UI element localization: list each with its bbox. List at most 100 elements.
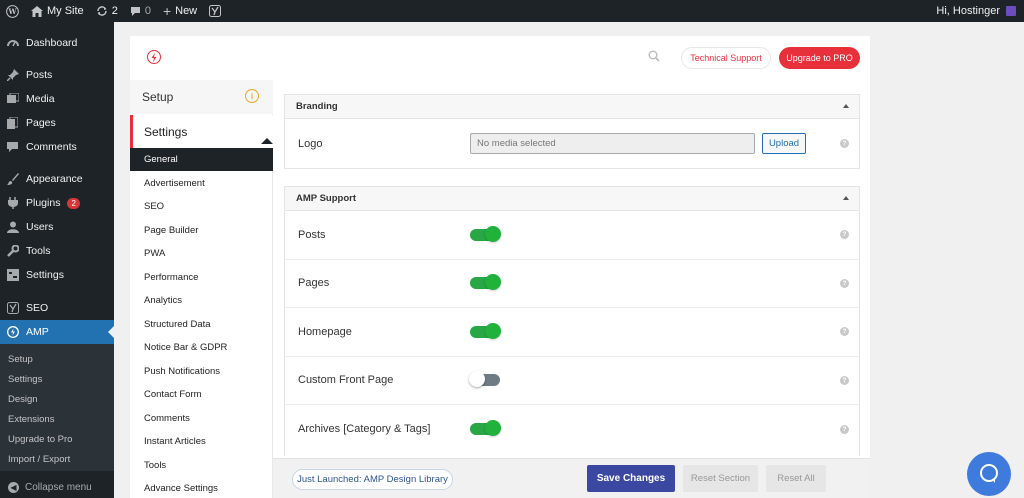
amp-support-title: AMP Support <box>296 193 356 204</box>
toggle-knob <box>485 274 501 291</box>
submenu-item-import-export[interactable]: Import / Export <box>8 454 70 465</box>
sidebar-item-label: Pages <box>26 117 56 129</box>
reset-section-button[interactable]: Reset Section <box>683 465 758 492</box>
account-menu[interactable]: Hi, Hostinger <box>936 5 1024 17</box>
sidebar-item-tools[interactable]: Tools <box>0 239 114 263</box>
nav-item-seo[interactable]: SEO <box>130 195 273 218</box>
pin-icon <box>6 69 19 82</box>
posts-row: Posts ? <box>285 211 859 260</box>
archives-label: Archives [Category & Tags] <box>298 423 431 436</box>
nav-settings-label: Settings <box>144 124 188 139</box>
archives-row: Archives [Category & Tags] ? <box>285 405 859 454</box>
sidebar-item-dashboard[interactable]: Dashboard <box>0 31 114 55</box>
sidebar-item-pages[interactable]: Pages <box>0 111 114 135</box>
nav-item-push-notifications[interactable]: Push Notifications <box>130 360 273 383</box>
collapse-label: Collapse menu <box>25 481 92 493</box>
logo-label: Logo <box>298 137 323 150</box>
help-icon[interactable]: ? <box>840 424 849 434</box>
nav-setup-label: Setup <box>142 90 174 104</box>
nav-settings-tab[interactable]: Settings <box>130 115 273 148</box>
custom-front-page-toggle[interactable] <box>469 371 500 388</box>
sidebar-item-label: Comments <box>26 141 77 153</box>
help-chat-button[interactable] <box>967 452 1011 496</box>
submenu-item-settings[interactable]: Settings <box>8 374 42 385</box>
nav-item-analytics[interactable]: Analytics <box>130 289 273 312</box>
nav-setup-tab[interactable]: Setup i <box>130 80 273 114</box>
homepage-toggle[interactable] <box>470 322 501 339</box>
sidebar-item-seo[interactable]: SEO <box>0 296 114 320</box>
sidebar-item-users[interactable]: Users <box>0 215 114 239</box>
site-name-menu[interactable]: My Site <box>25 0 90 22</box>
sidebar-item-posts[interactable]: Posts <box>0 63 114 87</box>
sidebar-item-settings[interactable]: Settings <box>0 263 114 287</box>
comments-count: 0 <box>144 5 151 17</box>
collapse-caret-icon <box>843 104 849 108</box>
custom-front-page-label: Custom Front Page <box>298 374 394 387</box>
submenu-item-design[interactable]: Design <box>8 394 38 405</box>
nav-item-comments[interactable]: Comments <box>130 407 273 430</box>
help-icon[interactable]: ? <box>840 278 849 288</box>
nav-item-advertisement[interactable]: Advertisement <box>130 172 273 195</box>
active-menu-notch <box>108 326 114 338</box>
sidebar-item-label: Posts <box>26 69 53 81</box>
brush-icon <box>6 173 19 186</box>
amp-support-header[interactable]: AMP Support <box>285 187 859 211</box>
sidebar-item-amp[interactable]: AMP <box>0 320 114 344</box>
avatar <box>1006 6 1016 16</box>
nav-item-performance[interactable]: Performance <box>130 266 273 289</box>
home-icon <box>31 5 43 17</box>
admin-bar: W My Site 2 0 + New Hi, Hostinger <box>0 0 1024 22</box>
logo-row: Logo No media selected Upload ? <box>285 119 859 168</box>
wordpress-logo-menu[interactable]: W <box>0 0 25 22</box>
technical-support-button[interactable]: Technical Support <box>681 47 771 69</box>
collapse-menu-button[interactable]: ◀ Collapse menu <box>0 477 114 497</box>
comments-menu[interactable]: 0 <box>124 0 157 22</box>
search-icon[interactable] <box>648 50 660 62</box>
nav-item-tools[interactable]: Tools <box>130 454 273 477</box>
help-icon[interactable]: ? <box>840 230 849 240</box>
admin-sidebar: Dashboard Posts Media Pages Comments App… <box>0 22 114 498</box>
nav-item-page-builder[interactable]: Page Builder <box>130 219 273 242</box>
submenu-item-extensions[interactable]: Extensions <box>8 414 54 425</box>
pages-toggle[interactable] <box>470 274 501 291</box>
logo-media-field[interactable]: No media selected <box>470 133 755 154</box>
yoast-menu[interactable] <box>203 0 227 22</box>
branding-header[interactable]: Branding <box>285 95 859 119</box>
posts-toggle[interactable] <box>470 225 501 242</box>
toggle-knob <box>485 225 501 242</box>
new-content-menu[interactable]: + New <box>157 0 203 22</box>
help-icon[interactable]: ? <box>840 327 849 337</box>
nav-item-instant-articles[interactable]: Instant Articles <box>130 430 273 453</box>
nav-item-contact-form[interactable]: Contact Form <box>130 383 273 406</box>
homepage-row: Homepage ? <box>285 308 859 357</box>
archives-toggle[interactable] <box>470 420 501 437</box>
sidebar-item-label: Settings <box>26 269 64 281</box>
sidebar-item-label: SEO <box>26 302 49 314</box>
amp-logo-icon <box>147 50 161 64</box>
chat-bubble-icon <box>978 463 1000 485</box>
settings-notch <box>261 138 273 144</box>
sidebar-item-plugins[interactable]: Plugins 2 <box>0 191 114 215</box>
media-icon <box>6 93 19 106</box>
settings-icon <box>6 269 19 282</box>
sidebar-item-comments[interactable]: Comments <box>0 135 114 159</box>
sidebar-item-label: Appearance <box>26 173 83 185</box>
submenu-item-setup[interactable]: Setup <box>8 354 33 365</box>
save-changes-button[interactable]: Save Changes <box>587 465 675 492</box>
help-icon[interactable]: ? <box>840 139 849 148</box>
updates-menu[interactable]: 2 <box>90 0 124 22</box>
submenu-item-upgrade[interactable]: Upgrade to Pro <box>8 434 72 445</box>
nav-item-general[interactable]: General <box>130 148 273 171</box>
help-icon[interactable]: ? <box>840 375 849 385</box>
upgrade-to-pro-button[interactable]: Upgrade to PRO <box>779 47 860 69</box>
nav-item-advance-settings[interactable]: Advance Settings <box>130 477 273 498</box>
sidebar-item-media[interactable]: Media <box>0 87 114 111</box>
nav-item-pwa[interactable]: PWA <box>130 242 273 265</box>
upload-button[interactable]: Upload <box>762 133 806 154</box>
yoast-icon <box>209 5 222 17</box>
reset-all-button[interactable]: Reset All <box>766 465 826 492</box>
amp-design-library-button[interactable]: Just Launched: AMP Design Library <box>292 469 453 490</box>
sidebar-item-appearance[interactable]: Appearance <box>0 167 114 191</box>
nav-item-structured-data[interactable]: Structured Data <box>130 313 273 336</box>
nav-item-notice-bar-gdpr[interactable]: Notice Bar & GDPR <box>130 336 273 359</box>
